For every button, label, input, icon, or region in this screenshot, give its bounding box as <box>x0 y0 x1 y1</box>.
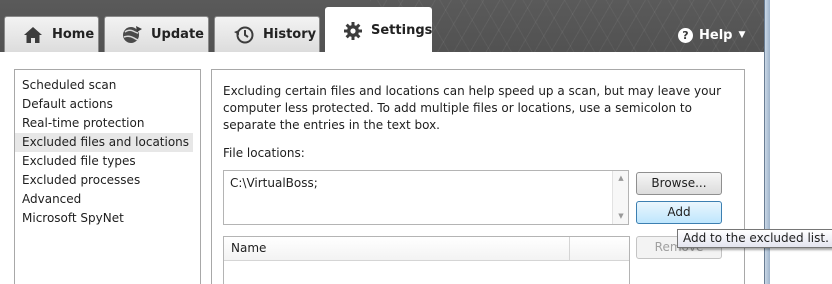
tab-update[interactable]: Update <box>104 16 209 52</box>
history-clock-icon <box>233 25 255 45</box>
excluded-files-panel: Excluding certain files and locations ca… <box>211 69 745 284</box>
list-header: Name <box>224 237 629 261</box>
tab-settings[interactable]: Settings <box>325 7 432 53</box>
excluded-list[interactable]: Name <box>223 236 630 284</box>
sidebar-item-advanced[interactable]: Advanced <box>15 190 200 209</box>
settings-sidebar: Scheduled scan Default actions Real-time… <box>14 69 201 284</box>
help-label: Help <box>699 27 733 43</box>
settings-body: Scheduled scan Default actions Real-time… <box>0 52 764 284</box>
description-text: Excluding certain files and locations ca… <box>223 84 722 132</box>
sidebar-item-excluded-files-and-locations[interactable]: Excluded files and locations <box>15 133 194 152</box>
add-tooltip: Add to the excluded list. <box>677 229 832 248</box>
sidebar-item-excluded-file-types[interactable]: Excluded file types <box>15 152 200 171</box>
tab-settings-label: Settings <box>371 23 433 38</box>
column-header-extra[interactable] <box>570 237 629 260</box>
sidebar-item-default-actions[interactable]: Default actions <box>15 95 200 114</box>
browse-button[interactable]: Browse... <box>636 172 722 195</box>
gear-icon <box>343 21 363 41</box>
scroll-down-icon[interactable]: ▼ <box>613 210 629 222</box>
tab-history[interactable]: History <box>214 16 320 52</box>
file-locations-scrollbar[interactable]: ▲ ▼ <box>612 171 628 224</box>
update-globe-icon <box>121 25 143 45</box>
tab-home[interactable]: Home <box>4 16 99 52</box>
chevron-down-icon: ▼ <box>738 30 746 40</box>
sidebar-item-microsoft-spynet[interactable]: Microsoft SpyNet <box>15 209 200 228</box>
file-locations-value: C:\VirtualBoss; <box>230 176 318 190</box>
sidebar-item-scheduled-scan[interactable]: Scheduled scan <box>15 76 200 95</box>
sidebar-item-real-time-protection[interactable]: Real-time protection <box>15 114 200 133</box>
tab-history-label: History <box>263 27 317 42</box>
tab-home-label: Home <box>52 27 95 42</box>
column-header-name[interactable]: Name <box>224 237 570 260</box>
tab-update-label: Update <box>151 27 204 42</box>
help-menu[interactable]: ? Help ▼ <box>678 26 745 44</box>
home-icon <box>22 25 44 45</box>
sidebar-item-excluded-processes[interactable]: Excluded processes <box>15 171 200 190</box>
file-locations-input[interactable]: C:\VirtualBoss; ▲ ▼ <box>223 170 629 225</box>
help-icon: ? <box>678 27 693 43</box>
add-button[interactable]: Add <box>636 201 722 224</box>
app-window: Home Update History Settings ? Help ▼ Sc… <box>0 0 770 284</box>
file-locations-label: File locations: <box>223 146 305 160</box>
scroll-up-icon[interactable]: ▲ <box>613 172 629 184</box>
